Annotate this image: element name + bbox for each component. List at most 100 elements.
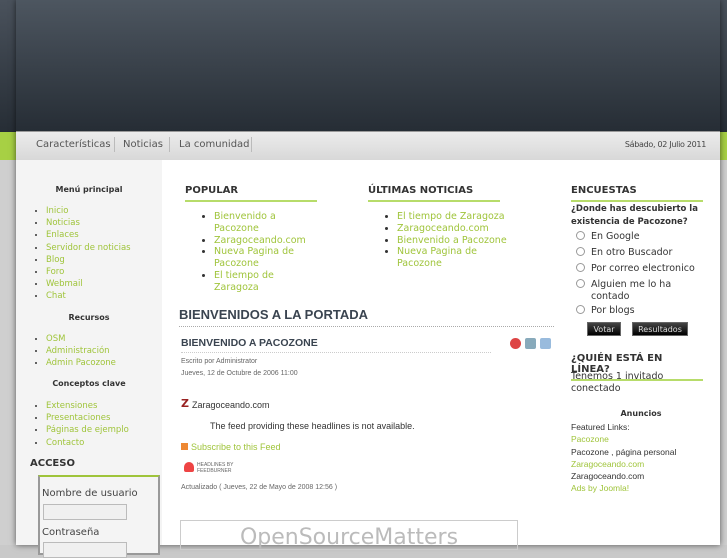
current-date: Sábado, 02 Julio 2011 <box>624 140 706 149</box>
list-item[interactable]: Zaragoceando.com <box>214 235 314 247</box>
menu-item[interactable]: Admin Pacozone <box>46 357 116 369</box>
article-link[interactable]: El tiempo de Zaragoza <box>397 211 505 222</box>
ads-title: Anuncios <box>620 409 662 418</box>
rss-icon <box>181 443 188 450</box>
menu-item[interactable]: Noticias <box>46 217 131 229</box>
menu-item[interactable]: Páginas de ejemplo <box>46 424 129 436</box>
menu-item[interactable]: Servidor de noticias <box>46 242 131 254</box>
username-input[interactable] <box>43 504 127 520</box>
menu-item[interactable]: Inicio <box>46 205 131 217</box>
poll-option[interactable]: Alguien me lo ha contado <box>576 279 696 303</box>
updated-date: Actualizado ( Jueves, 22 de Mayo de 2008… <box>181 484 338 491</box>
menu-link[interactable]: Admin Pacozone <box>46 358 116 368</box>
nav-noticias[interactable]: Noticias <box>123 139 163 150</box>
author: Escrito por Administrator <box>181 358 258 365</box>
menu-link[interactable]: Blog <box>46 255 65 265</box>
article-link[interactable]: El tiempo de Zaragoza <box>214 270 274 293</box>
radio-icon[interactable] <box>576 305 585 314</box>
menu-link[interactable]: Webmail <box>46 279 83 289</box>
menu-link[interactable]: Administración <box>46 346 110 356</box>
menu-item[interactable]: Chat <box>46 290 131 302</box>
list-item[interactable]: Bienvenido a Pacozone <box>397 235 507 247</box>
list-item[interactable]: Zaragoceando.com <box>397 223 507 235</box>
poll-title: ENCUESTAS <box>571 185 703 202</box>
menu-item[interactable]: Presentaciones <box>46 412 129 424</box>
main-content: POPULAR Bienvenido a Pacozone Zaragocean… <box>162 160 562 550</box>
menu-link[interactable]: Servidor de noticias <box>46 243 131 253</box>
poll-option[interactable]: Por correo electronico <box>576 263 695 274</box>
ad-text: Featured Links: <box>571 422 630 432</box>
article-link[interactable]: Nueva Pagina de Pacozone <box>214 246 294 269</box>
menu-link[interactable]: Contacto <box>46 438 84 448</box>
menu-item[interactable]: Contacto <box>46 437 129 449</box>
menu-link[interactable]: Presentaciones <box>46 413 110 423</box>
latest-list: El tiempo de Zaragoza Zaragoceando.com B… <box>397 211 507 270</box>
concepts-title: Conceptos clave <box>52 379 126 388</box>
menu-link[interactable]: Páginas de ejemplo <box>46 425 129 435</box>
article-title[interactable]: BIENVENIDO A PACOZONE <box>181 337 491 353</box>
latest-title: ÚLTIMAS NOTICIAS <box>368 185 500 202</box>
username-label: Nombre de usuario <box>42 488 138 499</box>
feed-name[interactable]: Zaragoceando.com <box>192 400 270 410</box>
results-button[interactable]: Resultados <box>632 322 688 336</box>
page-title: BIENVENIDOS A LA PORTADA <box>179 307 554 327</box>
list-item[interactable]: Nueva Pagina de Pacozone <box>214 246 314 270</box>
radio-icon[interactable] <box>576 279 585 288</box>
menu-item[interactable]: OSM <box>46 333 116 345</box>
menu-link[interactable]: Extensiones <box>46 401 97 411</box>
option-label: Por blogs <box>591 305 635 316</box>
menu-link[interactable]: Noticias <box>46 218 80 228</box>
menu-link[interactable]: Enlaces <box>46 230 79 240</box>
article-link[interactable]: Zaragoceando.com <box>214 235 306 246</box>
vote-button[interactable]: Votar <box>587 322 621 336</box>
divider <box>169 137 170 152</box>
menu-item[interactable]: Extensiones <box>46 400 129 412</box>
print-icon[interactable] <box>525 338 536 349</box>
radio-icon[interactable] <box>576 231 585 240</box>
poll-option[interactable]: En Google <box>576 231 640 242</box>
right-sidebar: ENCUESTAS ¿Donde has descubierto la exis… <box>562 160 720 545</box>
password-input[interactable] <box>43 542 127 558</box>
menu-item[interactable]: Blog <box>46 254 131 266</box>
menu-item[interactable]: Administración <box>46 345 116 357</box>
menu-link[interactable]: OSM <box>46 334 65 344</box>
nav-la-comunidad[interactable]: La comunidad <box>179 139 250 150</box>
concepts-menu: Extensiones Presentaciones Páginas de ej… <box>46 400 129 449</box>
option-label: Por correo electronico <box>591 263 695 274</box>
feedburner-badge[interactable]: HEADLINES BY FEEDBURNER <box>197 462 237 474</box>
article-link[interactable]: Zaragoceando.com <box>397 223 489 234</box>
subscribe-link[interactable]: Subscribe to this Feed <box>191 442 281 452</box>
poll-option[interactable]: En otro Buscador <box>576 247 672 258</box>
list-item[interactable]: El tiempo de Zaragoza <box>397 211 507 223</box>
pdf-icon[interactable] <box>510 338 521 349</box>
nav-caracteristicas[interactable]: Características <box>36 139 111 150</box>
option-label: En otro Buscador <box>591 247 673 258</box>
main-menu: Inicio Noticias Enlaces Servidor de noti… <box>46 205 131 303</box>
article-link[interactable]: Nueva Pagina de Pacozone <box>397 246 477 269</box>
menu-item[interactable]: Webmail <box>46 278 131 290</box>
list-item[interactable]: Nueva Pagina de Pacozone <box>397 246 507 270</box>
page: Características Noticias La comunidad Sá… <box>16 0 720 558</box>
ad-link[interactable]: Zaragoceando.com <box>571 458 676 470</box>
menu-link[interactable]: Inicio <box>46 206 69 216</box>
menu-link[interactable]: Chat <box>46 291 66 301</box>
article-link[interactable]: Bienvenido a Pacozone <box>214 211 276 234</box>
menu-item[interactable]: Foro <box>46 266 131 278</box>
ad-link[interactable]: Pacozone <box>571 433 676 445</box>
article-link[interactable]: Bienvenido a Pacozone <box>397 235 507 246</box>
radio-icon[interactable] <box>576 263 585 272</box>
feedburner-icon <box>184 462 194 472</box>
radio-icon[interactable] <box>576 247 585 256</box>
ad-link[interactable]: Ads by Joomla! <box>571 482 676 494</box>
menu-link[interactable]: Foro <box>46 267 64 277</box>
resources-menu: OSM Administración Admin Pacozone <box>46 333 116 370</box>
ad-text: Zaragoceando.com <box>571 471 645 482</box>
opensourcematters-banner[interactable]: OpenSourceMatters <box>180 520 518 550</box>
list-item[interactable]: Bienvenido a Pacozone <box>214 211 314 235</box>
poll-question: ¿Donde has descubierto la existencia de … <box>571 204 698 227</box>
poll-option[interactable]: Por blogs <box>576 305 635 316</box>
list-item[interactable]: El tiempo de Zaragoza <box>214 270 314 294</box>
menu-item[interactable]: Enlaces <box>46 229 131 241</box>
email-icon[interactable] <box>540 338 551 349</box>
password-label: Contraseña <box>42 527 100 538</box>
